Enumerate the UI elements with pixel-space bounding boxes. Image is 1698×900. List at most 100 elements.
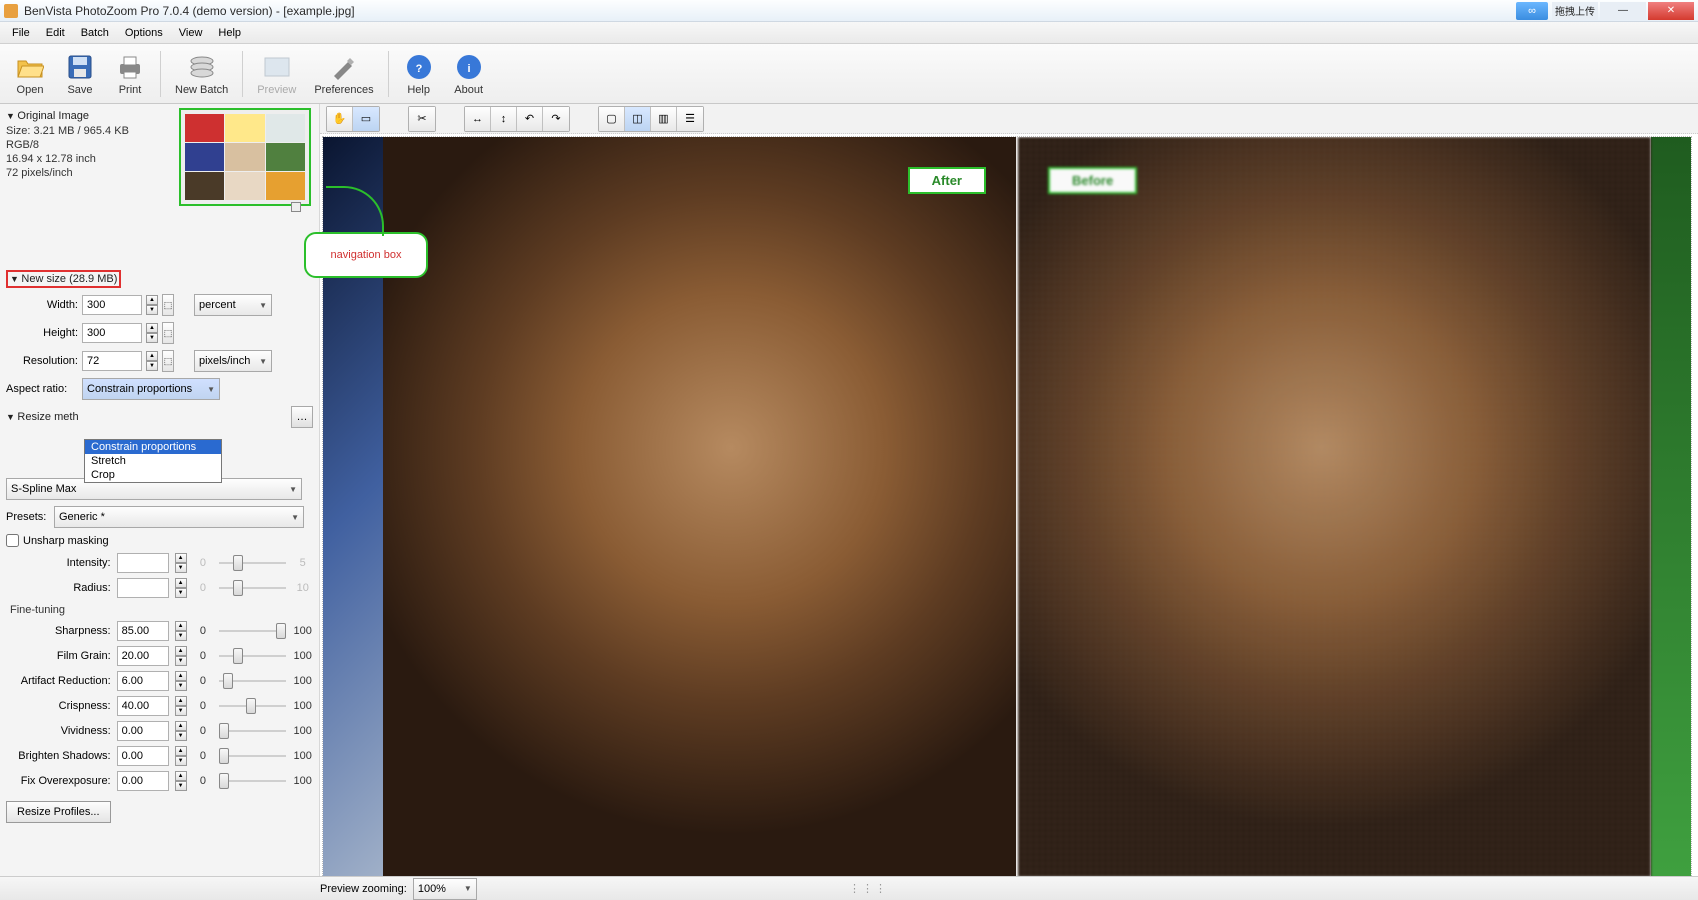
open-button[interactable]: Open <box>6 49 54 98</box>
menu-edit[interactable]: Edit <box>38 25 73 41</box>
resolution-unit-combo[interactable]: pixels/inch▼ <box>194 350 272 372</box>
statusbar-gripper[interactable]: ⋮⋮⋮ <box>849 882 888 895</box>
flip-h-button[interactable]: ↔ <box>465 107 491 131</box>
ft-slider-1[interactable] <box>219 647 286 665</box>
print-button[interactable]: Print <box>106 49 154 98</box>
menu-help[interactable]: Help <box>210 25 249 41</box>
ft-input-6[interactable] <box>117 771 169 791</box>
resolution-link-button[interactable]: ⬚ <box>162 350 174 372</box>
height-spinner[interactable]: ▲▼ <box>146 323 158 343</box>
preview-button[interactable]: Preview <box>249 49 304 98</box>
zoom-combo[interactable]: 100%▼ <box>413 878 477 900</box>
intensity-spinner: ▲▼ <box>175 553 187 573</box>
hand-icon: ✋ <box>333 112 347 125</box>
resolution-input[interactable] <box>82 351 142 371</box>
rotate-cw-button[interactable]: ↷ <box>543 107 569 131</box>
unsharp-masking-checkbox[interactable] <box>6 534 19 547</box>
ft-spinner-3[interactable]: ▲▼ <box>175 696 187 716</box>
ft-spinner-0[interactable]: ▲▼ <box>175 621 187 641</box>
view-sidebyside-button[interactable]: ▥ <box>651 107 677 131</box>
new-size-header-box: New size (28.9 MB) <box>6 270 121 288</box>
aspect-option-constrain[interactable]: Constrain proportions <box>85 440 221 454</box>
menu-batch[interactable]: Batch <box>73 25 117 41</box>
save-button[interactable]: Save <box>56 49 104 98</box>
after-badge: After <box>908 167 986 194</box>
presets-combo[interactable]: Generic *▼ <box>54 506 304 528</box>
hand-tool-button[interactable]: ✋ <box>327 107 353 131</box>
aspect-option-stretch[interactable]: Stretch <box>85 454 221 468</box>
navigation-thumbnail[interactable] <box>179 108 311 206</box>
ft-slider-0[interactable] <box>219 622 286 640</box>
ft-input-1[interactable] <box>117 646 169 666</box>
ft-label-3: Crispness: <box>6 700 111 712</box>
preview-icon <box>261 51 293 83</box>
preferences-button[interactable]: Preferences <box>306 49 381 98</box>
size-unit-combo[interactable]: percent▼ <box>194 294 272 316</box>
menu-view[interactable]: View <box>171 25 211 41</box>
help-button[interactable]: ? Help <box>395 49 443 98</box>
rotate-ccw-button[interactable]: ↶ <box>517 107 543 131</box>
new-batch-button[interactable]: New Batch <box>167 49 236 98</box>
thumbnail-resize-handle[interactable] <box>291 202 301 212</box>
image-strip-right <box>1651 137 1691 877</box>
ft-spinner-4[interactable]: ▲▼ <box>175 721 187 741</box>
ft-slider-5[interactable] <box>219 747 286 765</box>
aspect-ratio-dropdown: Constrain proportions Stretch Crop <box>84 439 222 483</box>
width-spinner[interactable]: ▲▼ <box>146 295 158 315</box>
ft-label-0: Sharpness: <box>6 625 111 637</box>
after-image: After <box>383 137 1016 877</box>
ft-spinner-5[interactable]: ▲▼ <box>175 746 187 766</box>
view-split-button[interactable]: ◫ <box>625 107 651 131</box>
resolution-spinner[interactable]: ▲▼ <box>146 351 158 371</box>
ft-input-5[interactable] <box>117 746 169 766</box>
crop-button[interactable]: ✂ <box>409 107 435 131</box>
width-input[interactable] <box>82 295 142 315</box>
new-size-header[interactable]: New size (28.9 MB) <box>10 273 117 285</box>
resize-method-more-button[interactable]: … <box>291 406 313 428</box>
close-button[interactable]: ✕ <box>1648 2 1694 20</box>
flip-v-button[interactable]: ↕ <box>491 107 517 131</box>
sidebar: Original Image Size: 3.21 MB / 965.4 KB … <box>0 104 320 876</box>
resize-profiles-button[interactable]: Resize Profiles... <box>6 801 111 823</box>
ft-label-4: Vividness: <box>6 725 111 737</box>
resize-method-header[interactable]: Resize meth <box>6 411 79 423</box>
menu-options[interactable]: Options <box>117 25 171 41</box>
about-button[interactable]: i About <box>445 49 493 98</box>
svg-text:?: ? <box>415 63 422 75</box>
aspect-option-crop[interactable]: Crop <box>85 468 221 482</box>
ft-input-0[interactable] <box>117 621 169 641</box>
menubar: File Edit Batch Options View Help <box>0 22 1698 44</box>
statusbar: Preview zooming: 100%▼ ⋮⋮⋮ <box>0 876 1698 900</box>
ft-slider-4[interactable] <box>219 722 286 740</box>
resolution-label: Resolution: <box>6 355 78 367</box>
preview-pane[interactable]: After Before <box>322 136 1692 878</box>
height-link-button[interactable]: ⬚ <box>162 322 174 344</box>
svg-text:i: i <box>467 63 470 75</box>
before-image: Before <box>1018 137 1651 877</box>
ft-label-1: Film Grain: <box>6 650 111 662</box>
view-single-button[interactable]: ▢ <box>599 107 625 131</box>
selection-icon: ▭ <box>361 112 371 125</box>
ft-spinner-6[interactable]: ▲▼ <box>175 771 187 791</box>
menu-file[interactable]: File <box>4 25 38 41</box>
height-input[interactable] <box>82 323 142 343</box>
ft-label-2: Artifact Reduction: <box>6 675 111 687</box>
ft-spinner-2[interactable]: ▲▼ <box>175 671 187 691</box>
help-icon: ? <box>403 51 435 83</box>
aspect-ratio-combo[interactable]: Constrain proportions▼ <box>82 378 220 400</box>
ft-spinner-1[interactable]: ▲▼ <box>175 646 187 666</box>
tools-icon <box>328 51 360 83</box>
folder-open-icon <box>14 51 46 83</box>
ft-slider-2[interactable] <box>219 672 286 690</box>
ft-slider-3[interactable] <box>219 697 286 715</box>
ft-input-2[interactable] <box>117 671 169 691</box>
view-stacked-button[interactable]: ☰ <box>677 107 703 131</box>
share-button[interactable]: ∞ <box>1516 2 1548 20</box>
marquee-tool-button[interactable]: ▭ <box>353 107 379 131</box>
width-link-button[interactable]: ⬚ <box>162 294 174 316</box>
minimize-button[interactable]: — <box>1600 2 1646 20</box>
ft-slider-6[interactable] <box>219 772 286 790</box>
ft-input-3[interactable] <box>117 696 169 716</box>
drag-upload-button[interactable]: 拖拽上传 <box>1552 2 1598 20</box>
ft-input-4[interactable] <box>117 721 169 741</box>
